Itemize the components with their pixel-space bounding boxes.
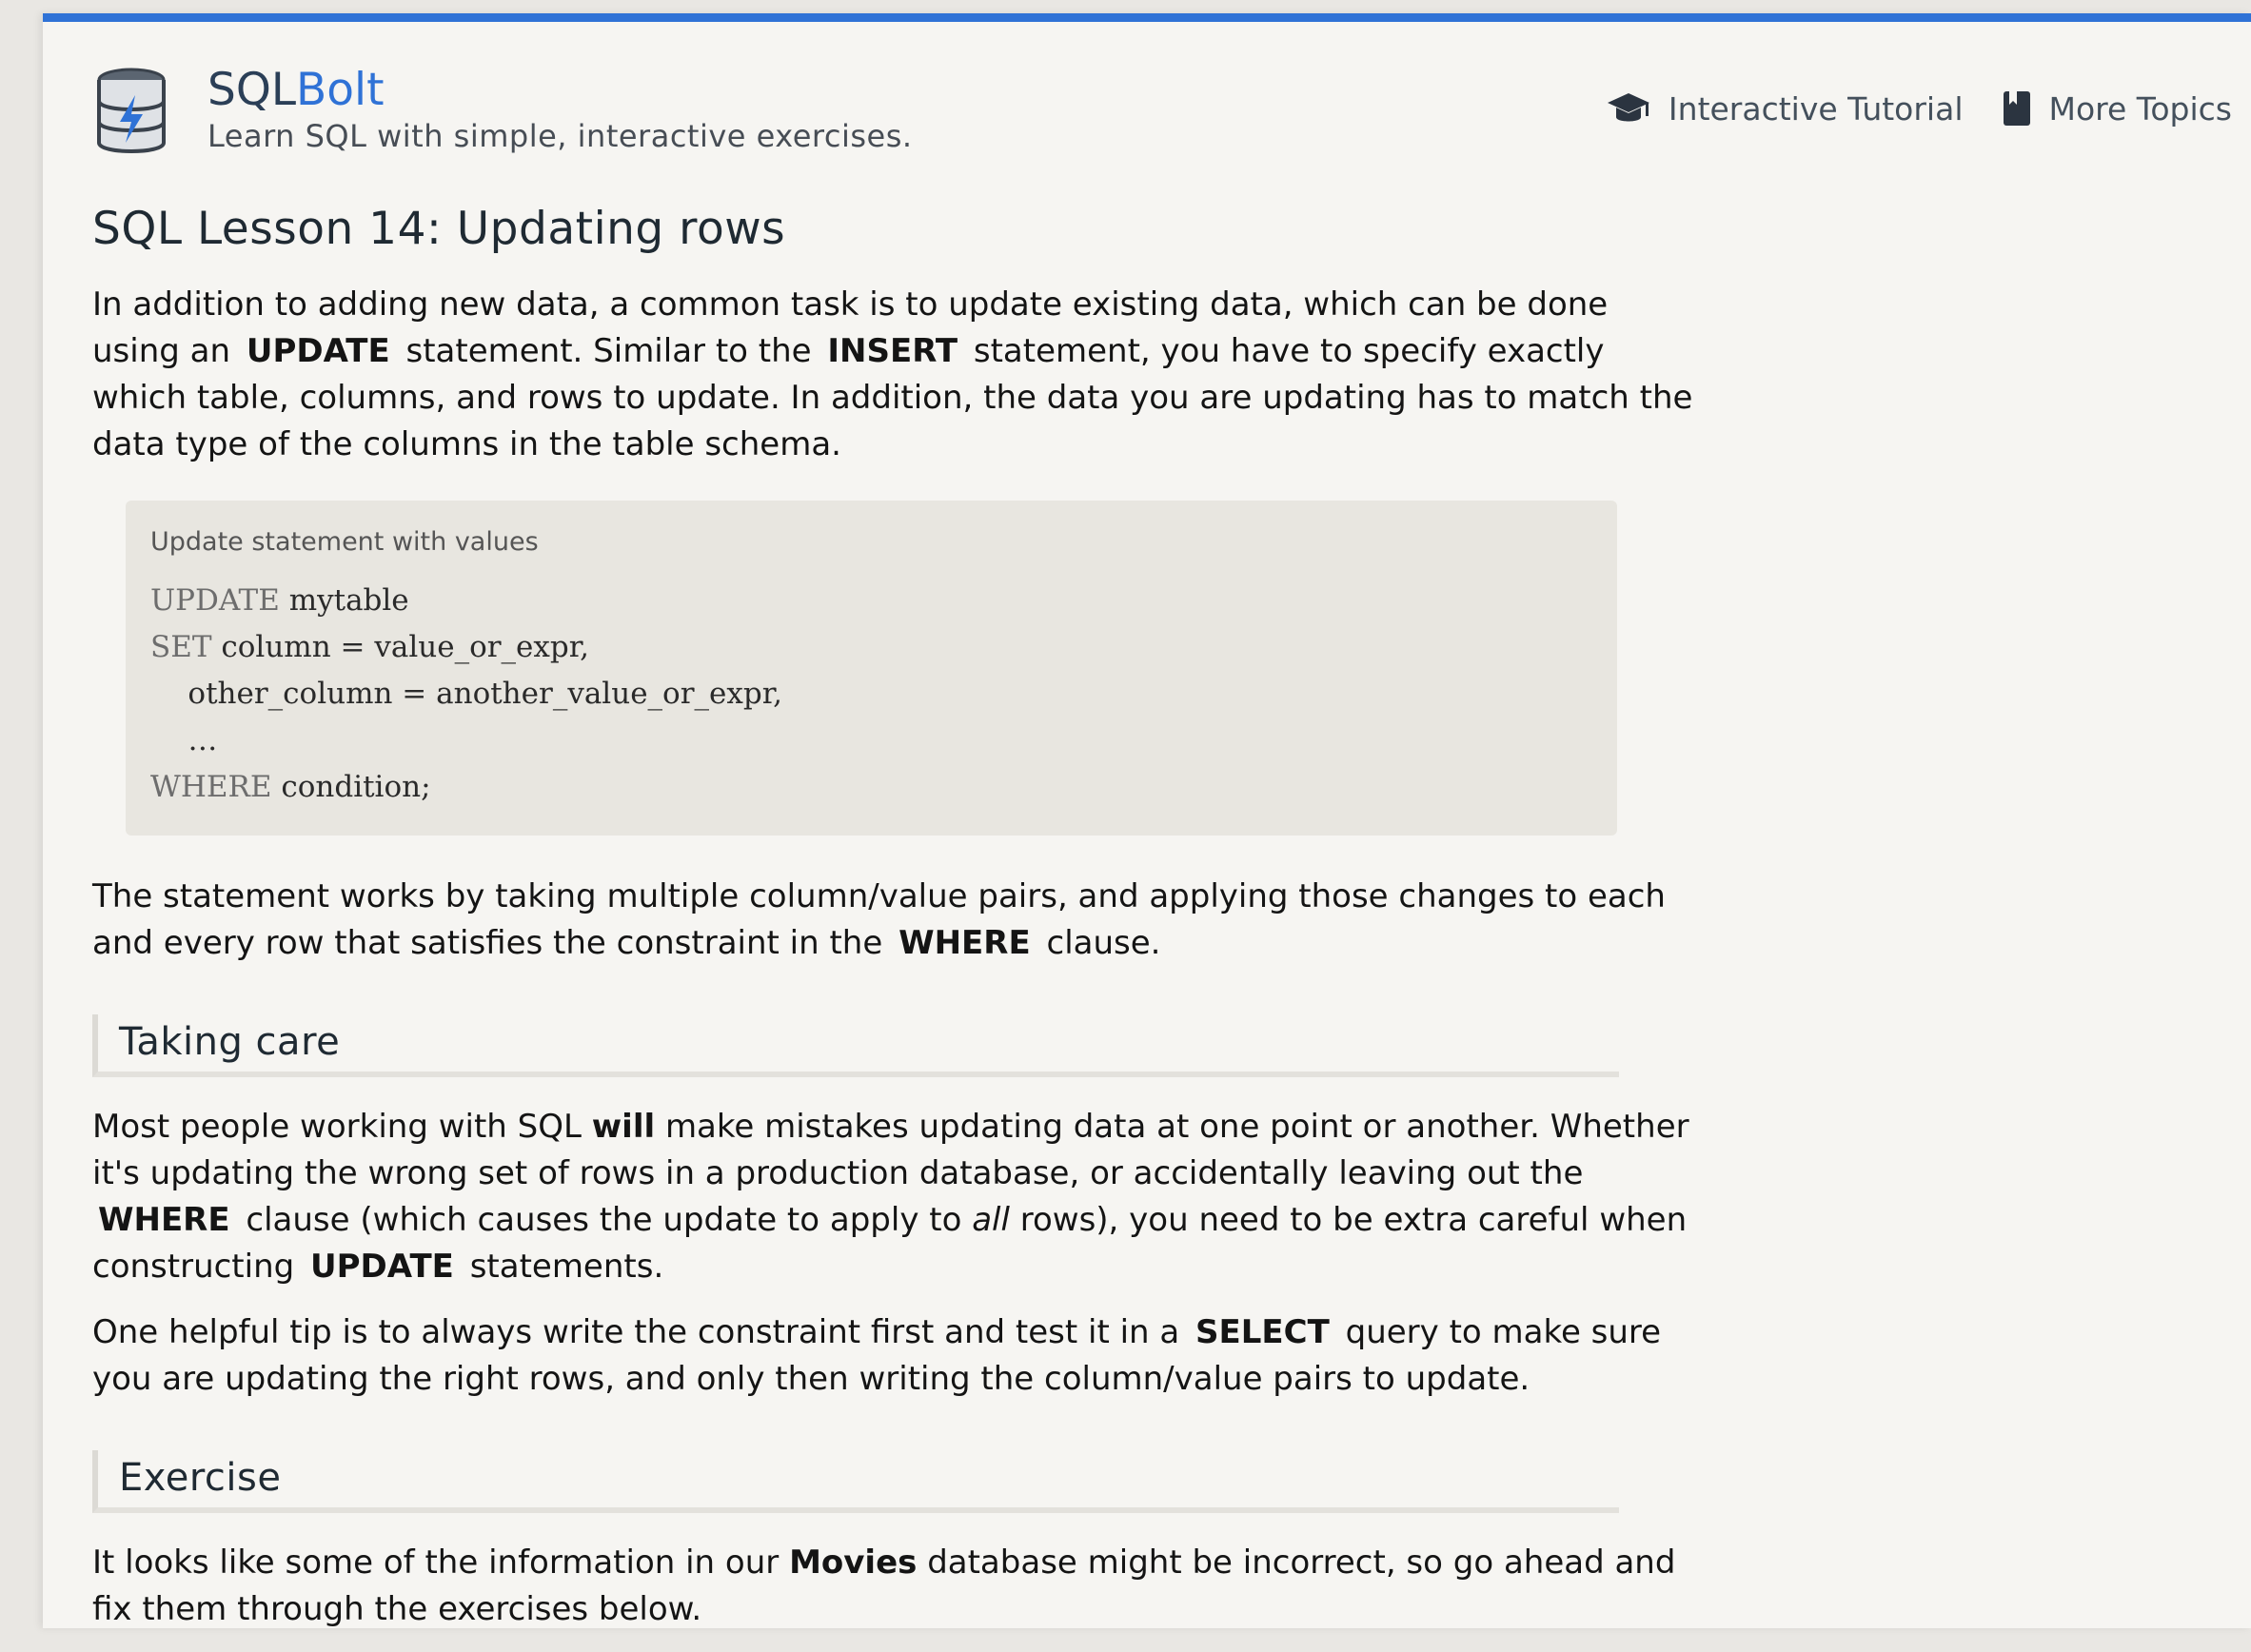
exercise-paragraph: It looks like some of the information in… — [92, 1544, 1676, 1628]
keyword-update: UPDATE — [310, 1248, 454, 1286]
intro-paragraph: In addition to adding new data, a common… — [92, 285, 1693, 463]
code-line: other_column = another_value_or_expr, — [150, 677, 782, 711]
tagline: Learn SQL with simple, interactive exerc… — [207, 118, 913, 154]
statement-explanation: The statement works by taking multiple c… — [92, 877, 1666, 962]
book-icon — [2003, 91, 2030, 126]
brand-name[interactable]: SQLBolt — [207, 64, 385, 117]
keyword-where: WHERE — [898, 924, 1031, 962]
database-logo-icon[interactable] — [93, 67, 169, 158]
nav-more-topics-label: More Topics — [2048, 89, 2233, 128]
code-example-box: Update statement with values UPDATE myta… — [126, 501, 1617, 836]
section-taking-care: Taking care — [92, 1014, 1619, 1077]
taking-care-paragraph: Most people working with SQL will make m… — [92, 1108, 1689, 1286]
graduation-cap-icon — [1607, 93, 1649, 122]
keyword-insert: INSERT — [827, 332, 958, 370]
code-line: UPDATE mytable — [150, 583, 409, 618]
lesson-content: SQL Lesson 14: Updating rows In addition… — [92, 203, 1701, 1652]
section-exercise: Exercise — [92, 1450, 1619, 1513]
brand-bolt: Bolt — [296, 64, 385, 116]
code-line: … — [150, 723, 218, 757]
nav-more-topics[interactable]: More Topics — [2002, 89, 2233, 128]
brand-sql: SQL — [207, 64, 297, 116]
tip-paragraph: One helpful tip is to always write the c… — [92, 1313, 1662, 1398]
code-example-title: Update statement with values — [150, 527, 539, 557]
keyword-select: SELECT — [1195, 1313, 1330, 1351]
nav-interactive-tutorial-label: Interactive Tutorial — [1668, 89, 1964, 128]
lesson-title: SQL Lesson 14: Updating rows — [92, 203, 786, 255]
top-nav: Interactive Tutorial More Topics — [1568, 89, 2232, 128]
page: SQLBolt Learn SQL with simple, interacti… — [43, 13, 2251, 1628]
code-line: SET column = value_or_expr, — [150, 630, 589, 664]
keyword-where: WHERE — [98, 1201, 230, 1239]
site-header: SQLBolt Learn SQL with simple, interacti… — [43, 22, 2251, 165]
code-line: WHERE condition; — [150, 770, 431, 804]
section-title: Exercise — [119, 1456, 282, 1500]
section-title: Taking care — [119, 1020, 341, 1064]
nav-interactive-tutorial[interactable]: Interactive Tutorial — [1606, 90, 1964, 128]
keyword-update: UPDATE — [246, 332, 390, 370]
